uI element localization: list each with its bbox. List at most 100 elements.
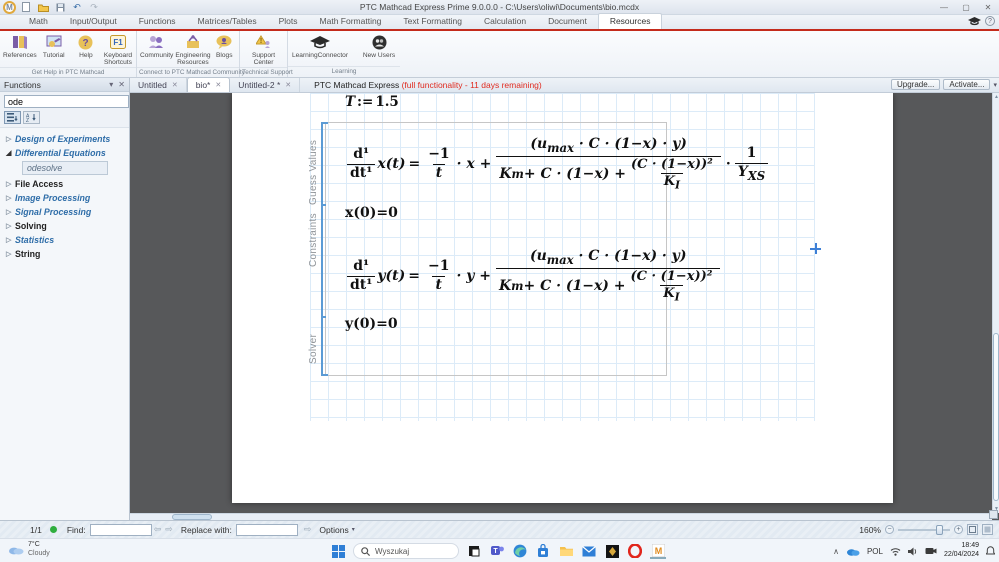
panel-dropdown-icon[interactable]: ▾ — [109, 80, 113, 89]
tree-item-differential-equations[interactable]: ◢Differential Equations — [0, 146, 129, 160]
more-options-icon[interactable]: ▾ — [993, 81, 997, 89]
tab-resources[interactable]: Resources — [598, 13, 663, 29]
find-previous-icon[interactable]: ⇦ — [154, 524, 162, 535]
replace-input[interactable] — [236, 524, 298, 536]
weather-widget[interactable]: 7°CCloudy — [8, 541, 50, 559]
vertical-scroll-thumb[interactable] — [993, 333, 999, 501]
learning-cap-icon[interactable] — [968, 17, 981, 26]
start-button[interactable] — [330, 543, 346, 559]
teams-icon[interactable]: T — [489, 543, 505, 559]
sort-by-category-button[interactable] — [4, 111, 21, 124]
tab-plots[interactable]: Plots — [268, 14, 309, 29]
draft-view-button[interactable] — [982, 524, 993, 535]
new-users-button[interactable]: New Users — [361, 33, 397, 66]
tray-chevron-icon[interactable]: ∧ — [833, 547, 839, 556]
task-view-button[interactable] — [466, 543, 482, 559]
doc-tab-bio[interactable]: bio* ✕ — [187, 77, 231, 92]
clock[interactable]: 18:49 22/04/2024 — [944, 542, 979, 560]
sort-alphabetical-button[interactable]: AZ — [23, 111, 40, 124]
mail-icon[interactable] — [581, 543, 597, 559]
tab-calculation[interactable]: Calculation — [473, 14, 537, 29]
page-view-button[interactable] — [967, 524, 978, 535]
ode-equation-y[interactable]: d¹ dt¹ y(t) = −1t · y + (umax · C · (1−x… — [345, 249, 723, 303]
tab-input-output[interactable]: Input/Output — [59, 14, 128, 29]
options-dropdown-icon[interactable]: ▾ — [352, 526, 355, 533]
community-button[interactable]: Community — [140, 33, 173, 67]
upgrade-button[interactable]: Upgrade... — [891, 79, 940, 90]
tree-item-image-processing[interactable]: ▷Image Processing — [0, 191, 129, 205]
find-next-icon[interactable]: ⇨ — [165, 524, 173, 535]
wifi-icon[interactable] — [890, 547, 901, 556]
tree-item-solving[interactable]: ▷Solving — [0, 219, 129, 233]
mathcad-taskbar-icon[interactable]: M — [650, 543, 666, 559]
language-indicator[interactable]: POL — [867, 547, 883, 556]
speaker-icon[interactable] — [908, 547, 918, 556]
tab-math-formatting[interactable]: Math Formatting — [309, 14, 393, 29]
scroll-corner-button[interactable] — [989, 510, 998, 519]
zoom-slider-thumb[interactable] — [936, 525, 943, 535]
help-button[interactable]: ? Help — [71, 33, 101, 67]
replace-go-icon[interactable]: ⇨ — [304, 524, 312, 535]
tab-text-formatting[interactable]: Text Formatting — [392, 14, 473, 29]
learning-connector-button[interactable]: LearningConnector — [291, 33, 349, 66]
new-document-icon[interactable] — [20, 2, 32, 13]
tree-item-statistics[interactable]: ▷Statistics — [0, 233, 129, 247]
activate-button[interactable]: Activate... — [943, 79, 990, 90]
microsoft-store-icon[interactable] — [535, 543, 551, 559]
zoom-slider[interactable] — [898, 529, 950, 531]
options-button[interactable]: Options — [319, 525, 348, 535]
tab-math[interactable]: Math — [18, 14, 59, 29]
save-icon[interactable] — [54, 2, 66, 13]
horizontal-scrollbar[interactable] — [130, 513, 992, 520]
file-explorer-icon[interactable] — [558, 543, 574, 559]
worksheet-canvas[interactable]: T:=1.5 Guess Values Constraints Solver d… — [130, 93, 999, 520]
undo-icon[interactable]: ↶ — [71, 2, 83, 13]
ode-equation-x[interactable]: d¹ dt¹ x(t) = −1t · x + (umax · C · (1−x… — [345, 137, 770, 191]
zoom-out-button[interactable]: − — [885, 525, 894, 534]
taskbar-search[interactable]: Wyszukaj — [353, 543, 459, 559]
support-center-button[interactable]: ! Support Center — [246, 33, 282, 67]
community-icon — [148, 33, 165, 51]
tab-functions[interactable]: Functions — [128, 14, 187, 29]
tree-item-signal-processing[interactable]: ▷Signal Processing — [0, 205, 129, 219]
mathcad-logo-icon[interactable]: M — [3, 1, 16, 14]
help-circle-icon[interactable]: ? — [985, 16, 995, 26]
initial-condition-y[interactable]: y(0)=0 — [345, 317, 398, 332]
vertical-scrollbar[interactable]: ▲ ▼ — [992, 93, 999, 513]
function-search-input[interactable] — [4, 95, 129, 108]
camera-icon[interactable] — [925, 547, 937, 555]
keyboard-shortcuts-button[interactable]: F1 Keyboard Shortcuts — [103, 33, 133, 67]
zoom-in-button[interactable]: + — [954, 525, 963, 534]
maximize-button[interactable]: ▢ — [955, 1, 977, 14]
close-button[interactable]: ✕ — [977, 1, 999, 14]
initial-condition-x[interactable]: x(0)=0 — [345, 206, 398, 221]
notifications-bell-icon[interactable] — [986, 546, 995, 556]
blogs-button[interactable]: Blogs — [213, 33, 236, 67]
references-button[interactable]: References — [3, 33, 37, 67]
open-folder-icon[interactable] — [37, 2, 49, 13]
redo-icon[interactable]: ↷ — [88, 2, 100, 13]
opera-icon[interactable] — [627, 543, 643, 559]
tab-matrices-tables[interactable]: Matrices/Tables — [187, 14, 268, 29]
engineering-resources-button[interactable]: Engineering Resources — [175, 33, 210, 67]
edge-icon[interactable] — [512, 543, 528, 559]
tree-item-file-access[interactable]: ▷File Access — [0, 177, 129, 191]
tutorial-button[interactable]: Tutorial — [39, 33, 69, 67]
tab-document[interactable]: Document — [537, 14, 598, 29]
tree-item-odesolve[interactable]: odesolve — [22, 161, 108, 175]
minimize-button[interactable]: — — [933, 1, 955, 14]
tree-item-design-of-experiments[interactable]: ▷Design of Experiments — [0, 132, 129, 146]
tab-close-icon[interactable]: ✕ — [285, 81, 291, 89]
onedrive-icon[interactable] — [846, 547, 860, 556]
find-input[interactable] — [90, 524, 152, 536]
doc-tab-untitled-2[interactable]: Untitled-2 * ✕ — [230, 78, 300, 92]
definition-T[interactable]: T:=1.5 — [345, 95, 399, 110]
tree-item-string[interactable]: ▷String — [0, 247, 129, 261]
doc-tab-untitled[interactable]: Untitled ✕ — [130, 78, 187, 92]
app-icon-black-gold[interactable] — [604, 543, 620, 559]
worksheet-page[interactable]: T:=1.5 Guess Values Constraints Solver d… — [232, 93, 893, 503]
tab-close-icon[interactable]: ✕ — [172, 81, 178, 89]
scroll-up-icon[interactable]: ▲ — [993, 94, 999, 100]
panel-close-icon[interactable]: ✕ — [118, 80, 125, 89]
tab-close-icon[interactable]: ✕ — [215, 81, 221, 89]
